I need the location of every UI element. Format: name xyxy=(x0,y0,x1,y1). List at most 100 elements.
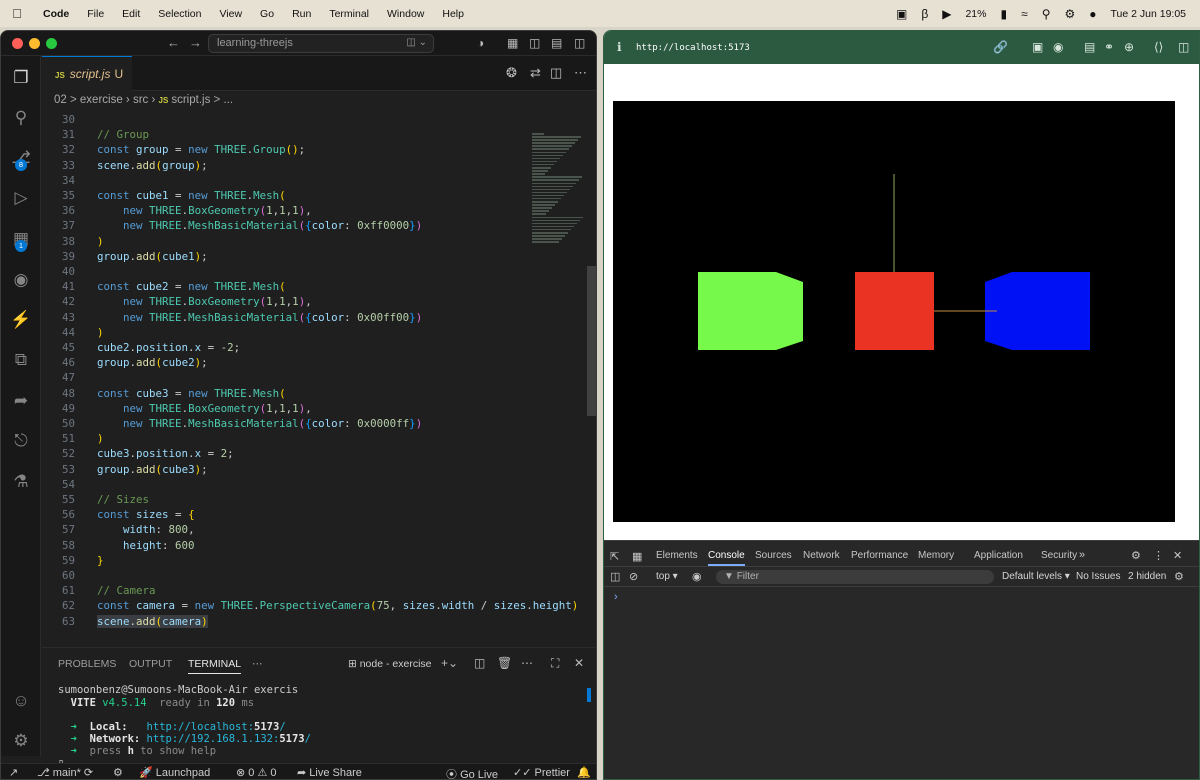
devtools-tab-application[interactable]: Application xyxy=(974,550,1023,561)
breadcrumb-symbol[interactable]: > ... xyxy=(214,94,234,106)
code-line[interactable]: 54 xyxy=(42,477,542,492)
play-icon[interactable]: ▶ xyxy=(942,7,951,21)
remote-icon[interactable]: ↗ xyxy=(9,766,18,779)
back-arrow-icon[interactable]: ← xyxy=(167,35,180,50)
close-window-button[interactable] xyxy=(12,38,23,49)
camera-icon[interactable]: ◉ xyxy=(1053,40,1063,54)
live-share-icon[interactable]: ➦ xyxy=(9,389,33,413)
menu-view[interactable]: View xyxy=(210,8,251,20)
menu-help[interactable]: Help xyxy=(433,8,473,20)
local-url[interactable]: http://localhost:5173/ xyxy=(147,721,286,733)
devtools-tab-network[interactable]: Network xyxy=(803,550,840,561)
minimize-window-button[interactable] xyxy=(29,38,40,49)
menu-terminal[interactable]: Terminal xyxy=(320,8,378,20)
copy-link-icon[interactable]: 🔗 xyxy=(993,40,1008,54)
go-live-status[interactable]: ⦿ Go Live xyxy=(446,766,498,779)
tab-terminal[interactable]: TERMINAL xyxy=(188,658,242,674)
breadcrumb-file[interactable]: script.js xyxy=(171,94,210,106)
hidden-messages-count[interactable]: 2 hidden xyxy=(1128,571,1166,582)
manage-gear-icon[interactable]: ⚙ xyxy=(9,729,33,753)
branch-status[interactable]: ⎇ main* ⟳ xyxy=(37,766,93,779)
tab-output[interactable]: OUTPUT xyxy=(129,658,172,670)
console-filter-input[interactable]: ▼ Filter xyxy=(716,570,994,584)
extensions-status-icon[interactable]: ⚙ xyxy=(113,766,123,779)
code-line[interactable]: 46 group.add(cube2); xyxy=(42,355,542,370)
devtools-menu-icon[interactable]: ⋮ xyxy=(1153,549,1164,562)
new-terminal-icon[interactable]: +⌄ xyxy=(441,656,458,670)
battery-icon[interactable]: ▮ xyxy=(1000,7,1007,21)
code-line[interactable]: 38) xyxy=(42,234,542,249)
console-prompt[interactable]: › xyxy=(614,591,618,603)
code-line[interactable]: 57 width: 800, xyxy=(42,522,542,537)
info-icon[interactable]: ℹ xyxy=(617,40,622,54)
terminal-icon[interactable]: ▤ xyxy=(1084,40,1095,54)
toggle-secondary-sidebar-icon[interactable]: ◫ xyxy=(574,36,585,50)
accounts-shield-icon[interactable]: ◑ xyxy=(477,36,484,50)
code-line[interactable]: 43 new THREE.MeshBasicMaterial({color: 0… xyxy=(42,310,542,325)
code-line[interactable]: 56 const sizes = { xyxy=(42,507,542,522)
toggle-sidebar-icon[interactable]: ◫ xyxy=(529,36,540,50)
copilot-chevron-icon[interactable]: ◫ ⌄ xyxy=(406,37,427,48)
console-settings-icon[interactable]: ⚙ xyxy=(1174,570,1184,583)
device-toolbar-icon[interactable]: ▦ xyxy=(632,550,642,563)
code-line[interactable]: 48 const cube3 = new THREE.Mesh( xyxy=(42,386,542,401)
code-icon[interactable]: ⟨⟩ xyxy=(1154,40,1163,54)
wifi-icon[interactable]: ≈ xyxy=(1021,7,1028,21)
search-icon[interactable]: ⚲ xyxy=(1042,7,1051,21)
thunder-client-icon[interactable]: ⚡ xyxy=(9,308,33,332)
devtools-tab-elements[interactable]: Elements xyxy=(656,550,698,561)
code-line[interactable]: 52 cube3.position.x = 2; xyxy=(42,446,542,461)
chatgpt-icon[interactable]: ❂ xyxy=(506,65,517,81)
screenshot-icon[interactable]: ▣ xyxy=(1032,40,1043,54)
minimap[interactable] xyxy=(532,133,584,253)
battery-percent[interactable]: 21% xyxy=(965,8,986,20)
more-actions-icon[interactable]: ⋯ xyxy=(574,65,587,81)
menu-run[interactable]: Run xyxy=(283,8,320,20)
more-tabs-icon[interactable]: » xyxy=(1079,549,1085,561)
breadcrumb-folder[interactable]: 02 > exercise xyxy=(54,94,123,106)
code-line[interactable]: 30 xyxy=(42,112,542,127)
log-levels-dropdown[interactable]: Default levels ▾ xyxy=(1002,571,1070,582)
command-center-search[interactable]: learning-threejs ◫ ⌄ xyxy=(208,34,434,53)
tab-script-js[interactable]: JS script.js U xyxy=(42,56,132,91)
tab-problems[interactable]: PROBLEMS xyxy=(58,658,116,670)
address-bar[interactable]: http://localhost:5173 xyxy=(636,43,750,53)
context-selector[interactable]: top ▾ xyxy=(656,571,678,582)
code-line[interactable]: 51) xyxy=(42,431,542,446)
code-line[interactable]: 62 const camera = new THREE.PerspectiveCa… xyxy=(42,598,578,613)
clear-console-icon[interactable]: ⊘ xyxy=(629,570,638,583)
code-line[interactable]: 49 new THREE.BoxGeometry(1,1,1), xyxy=(42,401,542,416)
terminal-instance[interactable]: ⊞ node - exercise xyxy=(348,658,432,670)
menu-selection[interactable]: Selection xyxy=(149,8,210,20)
globe-icon[interactable]: ⚭ xyxy=(1104,40,1114,54)
zoom-window-button[interactable] xyxy=(46,38,57,49)
layout-icon[interactable]: ▦ xyxy=(507,36,518,50)
crosshair-icon[interactable]: ⊕ xyxy=(1124,40,1134,54)
script-status-icon[interactable]: β xyxy=(921,7,928,21)
code-line[interactable]: 44) xyxy=(42,325,542,340)
menu-go[interactable]: Go xyxy=(251,8,283,20)
panel-more-icon[interactable]: ⋯ xyxy=(252,658,263,670)
app-status-icon[interactable]: ▣ xyxy=(896,7,907,21)
breadcrumb-src[interactable]: src xyxy=(133,94,148,106)
code-line[interactable]: 42 new THREE.BoxGeometry(1,1,1), xyxy=(42,294,542,309)
terminal-network-line[interactable]: ➜ Network: http://192.168.1.132:5173/ xyxy=(58,733,311,745)
webgl-canvas[interactable] xyxy=(613,101,1175,522)
terminal-more-icon[interactable]: ⋯ xyxy=(521,656,533,670)
kill-terminal-icon[interactable]: 🗑 xyxy=(497,656,512,670)
devtools-tab-sources[interactable]: Sources xyxy=(755,550,792,561)
menu-file[interactable]: File xyxy=(78,8,113,20)
code-line[interactable]: 50 new THREE.MeshBasicMaterial({color: 0… xyxy=(42,416,542,431)
code-line[interactable]: 59} xyxy=(42,553,542,568)
forward-arrow-icon[interactable]: → xyxy=(189,35,202,50)
menu-clock[interactable]: Tue 2 Jun 19:05 xyxy=(1111,8,1187,20)
toggle-panel-icon[interactable]: ▤ xyxy=(551,36,562,50)
terminal-local-line[interactable]: ➜ Local: http://localhost:5173/ xyxy=(58,721,286,733)
menu-edit[interactable]: Edit xyxy=(113,8,149,20)
apple-icon[interactable]:  xyxy=(0,6,34,21)
code-line[interactable]: 47 xyxy=(42,370,542,385)
live-expression-eye-icon[interactable]: ◉ xyxy=(692,570,702,583)
notifications-bell-icon[interactable]: 🔔 xyxy=(577,766,591,779)
code-line[interactable]: 36 new THREE.BoxGeometry(1,1,1), xyxy=(42,203,542,218)
console-sidebar-icon[interactable]: ◫ xyxy=(610,570,620,583)
